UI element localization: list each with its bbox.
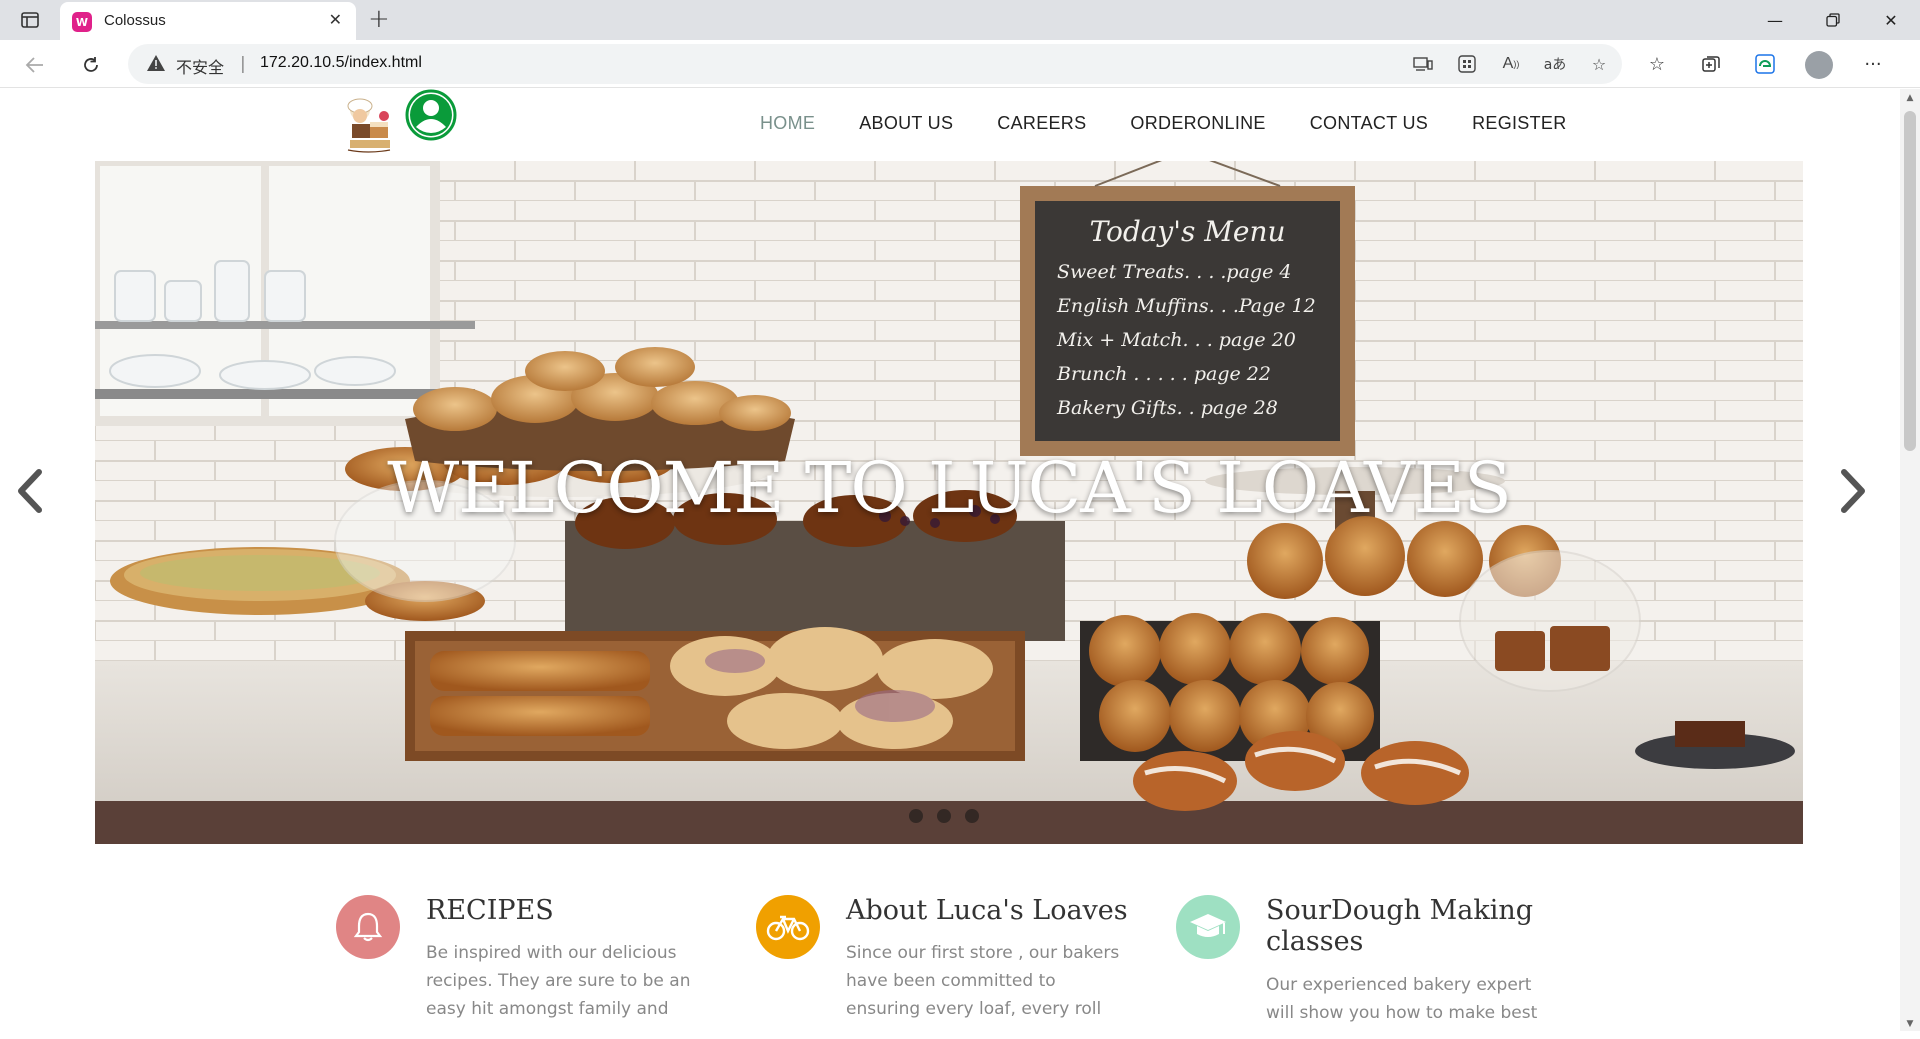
feature-title: RECIPES (426, 895, 554, 926)
feature-title: About Luca's Loaves (846, 895, 1128, 926)
translate-icon[interactable]: aあ (1542, 52, 1568, 76)
carousel-prev-chevron-icon[interactable] (10, 461, 50, 521)
page-viewport: HOME ABOUT US CAREERS ORDERONLINE CONTAC… (0, 89, 1900, 1031)
back-arrow-icon[interactable] (20, 50, 50, 80)
browser-toolbar: ☆ ··· (1640, 48, 1890, 80)
read-aloud-icon[interactable]: A)) (1498, 52, 1524, 76)
edge-bar-icon[interactable] (1748, 48, 1782, 80)
minimize-icon[interactable]: — (1746, 0, 1804, 40)
feature-text: have been committed to (846, 971, 1056, 991)
omnibox-actions: A)) aあ ☆ (1410, 52, 1612, 76)
url-text[interactable]: 172.20.10.5/index.html (260, 54, 422, 72)
menu-board-heading: Today's Menu (1089, 215, 1286, 248)
favorites-icon[interactable]: ☆ (1640, 48, 1674, 80)
url-bar[interactable]: 不安全 | 172.20.10.5/index.html A)) aあ ☆ (128, 44, 1622, 84)
window-controls: — ✕ (1746, 0, 1920, 40)
feature-text: Since our first store , our bakers (846, 943, 1120, 963)
security-label[interactable]: 不安全 (176, 54, 224, 78)
device-icon[interactable] (1410, 52, 1436, 76)
scroll-down-icon[interactable]: ▼ (1900, 1019, 1920, 1029)
menu-board-line: Mix + Match. . . page 20 (1057, 329, 1296, 351)
apps-icon[interactable] (1454, 52, 1480, 76)
hero-title: WELCOME TO LUCA'S LOAVES (387, 447, 1512, 529)
feature-text: will show you how to make best (1266, 1003, 1538, 1023)
page-scrollbar[interactable]: ▲ ▼ (1900, 89, 1920, 1031)
browser-tab[interactable]: W Colossus ✕ (60, 2, 356, 40)
restore-icon[interactable] (1804, 0, 1862, 40)
menu-board-line: Sweet Treats. . . .page 4 (1057, 261, 1292, 283)
bell-icon (336, 895, 400, 959)
carousel-next-chevron-icon[interactable] (1833, 461, 1873, 521)
carousel-dot[interactable] (965, 809, 979, 823)
collections-icon[interactable] (1694, 48, 1728, 80)
bicycle-icon (756, 895, 820, 959)
nav-contact-us[interactable]: CONTACT US (1310, 113, 1428, 134)
user-account-icon[interactable] (405, 89, 457, 141)
feature-text: easy hit amongst family and (426, 999, 669, 1019)
not-secure-warning-icon[interactable] (146, 54, 166, 74)
carousel-indicators (909, 809, 979, 823)
nav-register[interactable]: REGISTER (1472, 113, 1566, 134)
more-icon[interactable]: ··· (1856, 48, 1890, 80)
carousel-dot[interactable] (937, 809, 951, 823)
scrollbar-thumb[interactable] (1904, 111, 1916, 451)
new-tab-icon[interactable]: + (368, 4, 390, 34)
nav-about-us[interactable]: ABOUT US (859, 113, 953, 134)
site-logo[interactable] (340, 96, 396, 156)
address-bar: 不安全 | 172.20.10.5/index.html A)) aあ ☆ ☆ … (0, 40, 1920, 88)
feature-text: Be inspired with our delicious (426, 943, 677, 963)
nav-careers[interactable]: CAREERS (997, 113, 1086, 134)
tab-favicon-icon: W (72, 12, 92, 32)
nav-order-online[interactable]: ORDERONLINE (1130, 113, 1265, 134)
tab-actions-icon[interactable] (14, 8, 46, 32)
menu-board-line: Brunch . . . . . page 22 (1057, 363, 1271, 385)
url-separator: | (240, 54, 246, 74)
hero-carousel[interactable]: Today's Menu Sweet Treats. . . .page 4 E… (95, 161, 1803, 844)
feature-text: ensuring every loaf, every roll (846, 999, 1102, 1019)
nav-home[interactable]: HOME (760, 113, 815, 134)
graduation-cap-icon (1176, 895, 1240, 959)
carousel-dot[interactable] (909, 809, 923, 823)
add-favorite-icon[interactable]: ☆ (1586, 52, 1612, 76)
feature-text: recipes. They are sure to be an (426, 971, 691, 991)
menu-board: Today's Menu Sweet Treats. . . .page 4 E… (1035, 201, 1340, 441)
browser-tab-bar: W Colossus ✕ + — ✕ (0, 0, 1920, 40)
menu-board-line: English Muffins. . .Page 12 (1057, 295, 1316, 317)
reload-icon[interactable] (76, 50, 106, 80)
close-tab-icon[interactable]: ✕ (329, 10, 342, 29)
close-window-icon[interactable]: ✕ (1862, 0, 1920, 40)
feature-title: SourDough Making classes (1266, 895, 1534, 957)
tab-title: Colossus (104, 12, 166, 29)
menu-board-line: Bakery Gifts. . page 28 (1057, 397, 1278, 419)
feature-text: Our experienced bakery expert (1266, 975, 1532, 995)
scroll-up-icon[interactable]: ▲ (1900, 93, 1920, 103)
main-navigation: HOME ABOUT US CAREERS ORDERONLINE CONTAC… (760, 113, 1567, 134)
profile-icon[interactable] (1802, 48, 1836, 80)
